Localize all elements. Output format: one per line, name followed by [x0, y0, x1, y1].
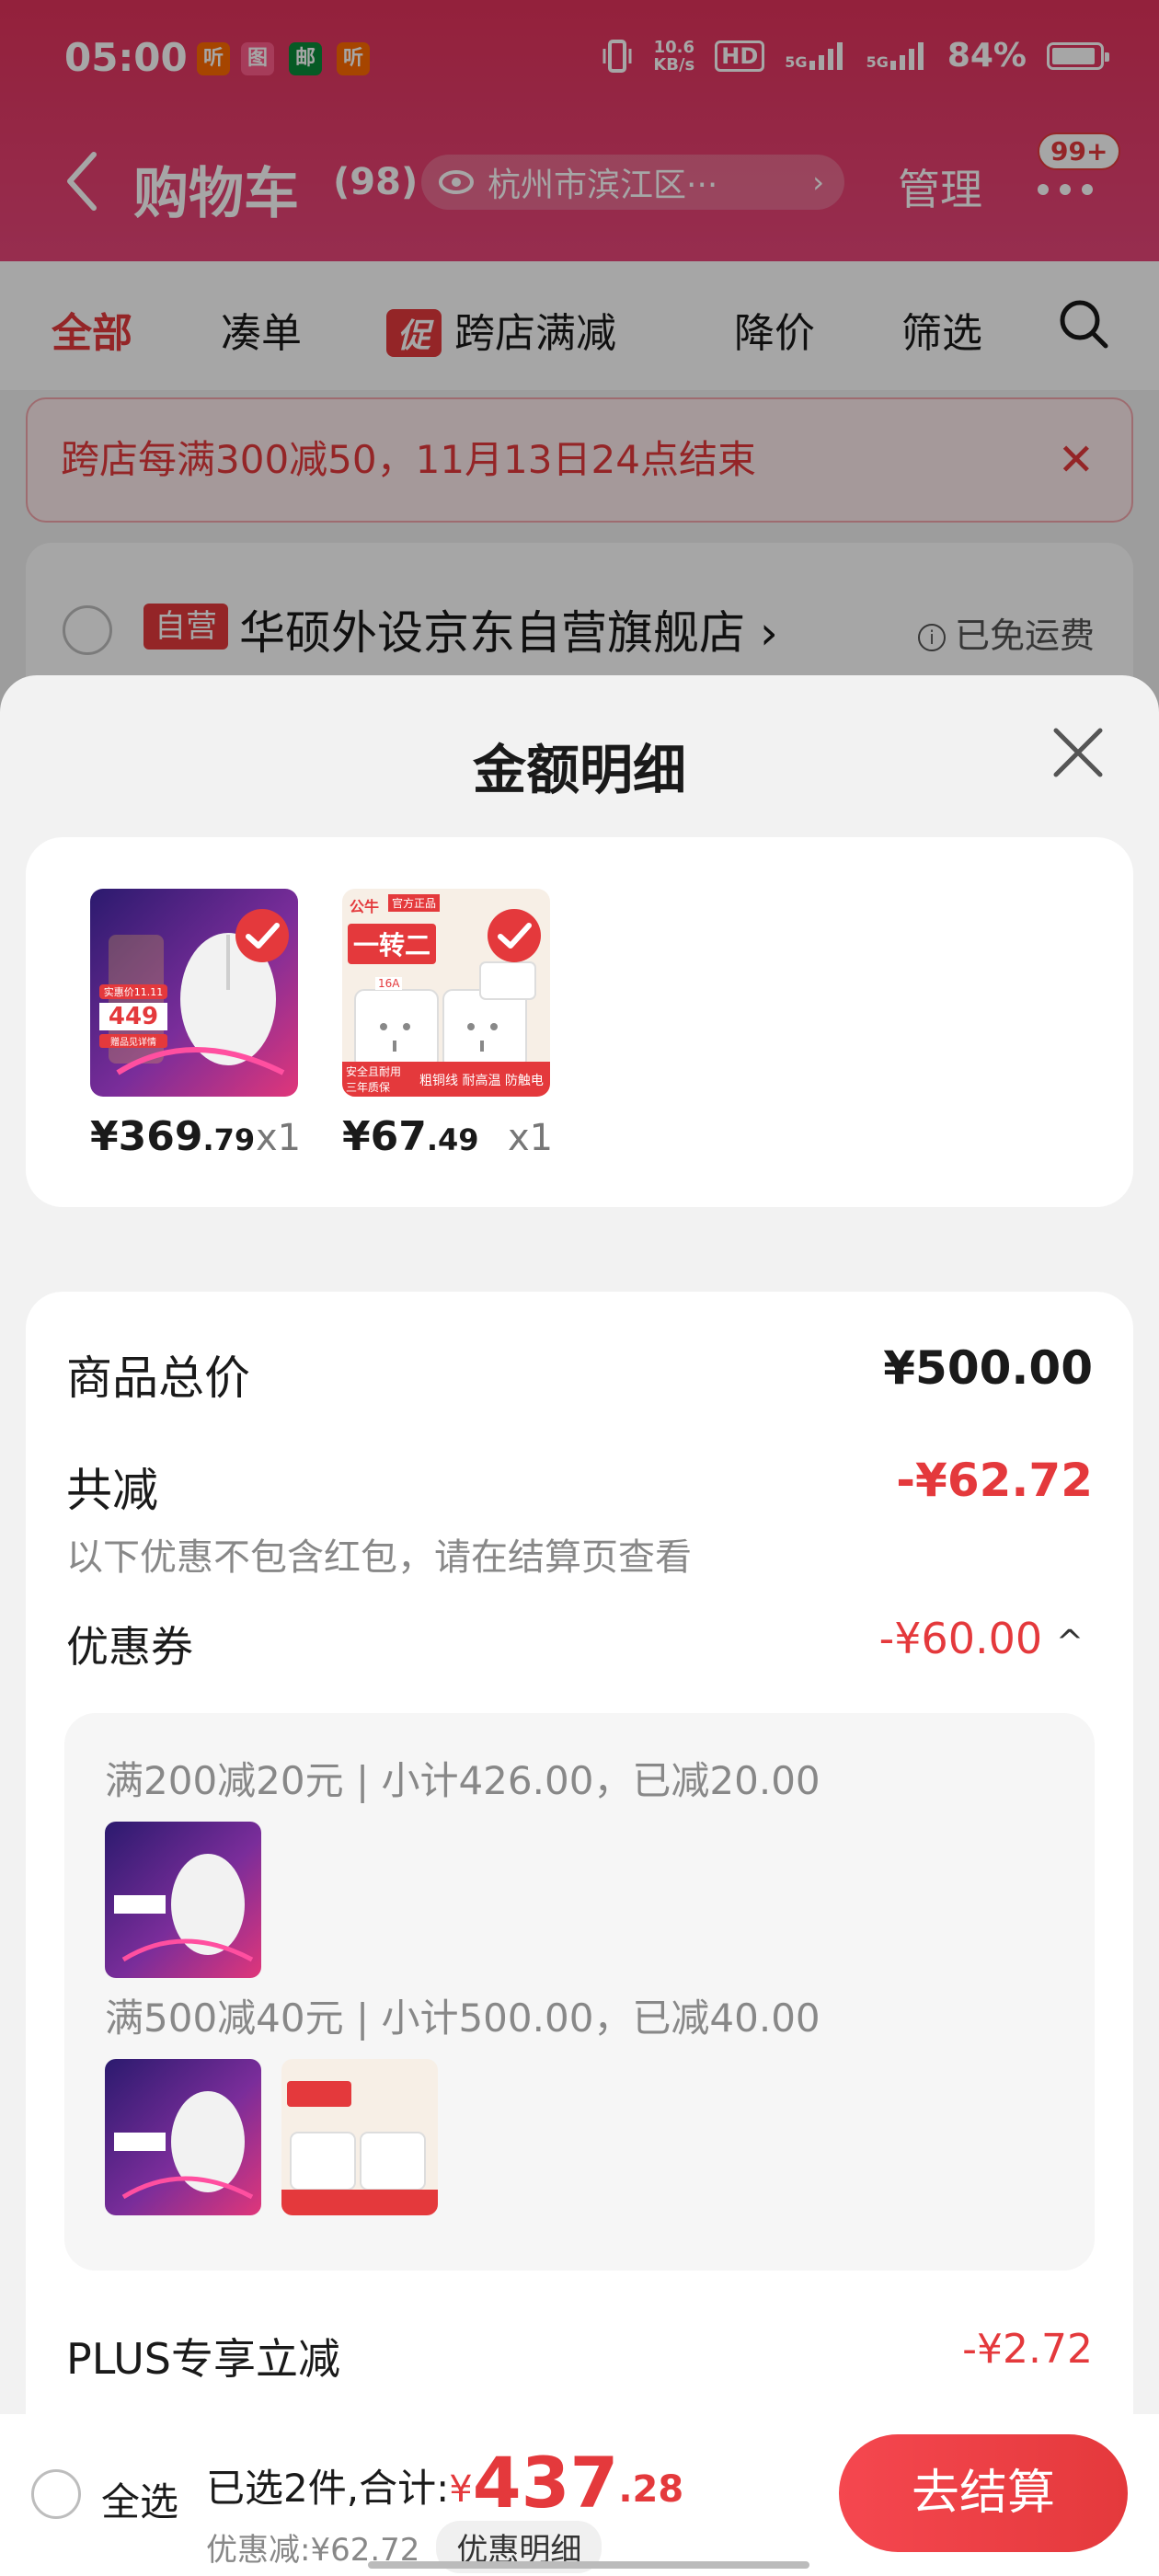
bull-socket-image[interactable]: 公牛 官方正品 一转二 16A 安全且耐用 三年质保 粗铜线 耐高温 防触电 [342, 889, 550, 1097]
rog-mouse-thumb [105, 1822, 261, 1978]
select-all-label[interactable]: 全选 [101, 2471, 178, 2527]
mouse-promo-label: 实惠价11.11 [99, 984, 167, 999]
chevron-up-icon: ^ [1055, 1624, 1084, 1662]
total-currency: ¥ [449, 2468, 473, 2511]
reduction-value: -¥62.72 [896, 1454, 1093, 1507]
home-indicator[interactable] [368, 2561, 809, 2569]
bull-socket-thumb [281, 2059, 438, 2215]
product-price: ¥67.49 [342, 1113, 479, 1160]
sheet-title: 金额明细 [472, 739, 686, 801]
check-icon [246, 923, 280, 949]
rog-mouse-image[interactable]: 实惠价11.11 449 赠品见详情 [90, 889, 298, 1097]
product-qty: x1 [508, 1117, 554, 1159]
price-detail-sheet: 金额明细 实惠价11.11 449 赠品见详情 公牛 官方正品 一转二 16A … [0, 675, 1159, 2414]
plus-discount-value: -¥2.72 [962, 2326, 1093, 2373]
socket-footer: 安全且耐用 三年质保 粗铜线 耐高温 防触电 [342, 1062, 550, 1097]
mouse-promo-gift: 赠品见详情 [99, 1034, 167, 1048]
mouse-promo-price: 449 [99, 1003, 167, 1030]
selected-products-card: 实惠价11.11 449 赠品见详情 公牛 官方正品 一转二 16A 安全且耐用… [26, 837, 1133, 1207]
plus-discount-label: PLUS专享立减 [66, 2334, 340, 2384]
coupon-value: -¥60.00 [878, 1614, 1043, 1663]
price-breakdown-card: 商品总价 ¥500.00 共减 -¥62.72 以下优惠不包含红包，请在结算页查… [26, 1292, 1133, 2414]
socket-thumb-art [281, 2081, 438, 2215]
reduction-label: 共减 [66, 1464, 158, 1517]
checkout-button[interactable]: 去结算 [839, 2434, 1128, 2552]
mouse-thumb-art [114, 1854, 254, 1962]
total-price-value: ¥500.00 [883, 1341, 1093, 1395]
checked-badge [488, 909, 541, 962]
socket-amp-label: 16A [375, 977, 403, 990]
checkout-bar: 全选 已选2件,合计:¥437.28 优惠减:¥62.72 优惠明细 去结算 [0, 2414, 1159, 2576]
selected-summary: 已选2件,合计:¥437.28 [206, 2442, 683, 2524]
product-qty: x1 [256, 1117, 302, 1159]
total-amount: 437 [472, 2442, 619, 2524]
socket-footer-1: 安全且耐用 [346, 1065, 402, 1078]
socket-footer-3: 粗铜线 耐高温 防触电 [419, 1074, 544, 1088]
total-price-label: 商品总价 [66, 1351, 250, 1405]
coupon-rule: 满200减20元 | 小计426.00，已减20.00 [105, 1758, 820, 1803]
socket-footer-2: 三年质保 [346, 1081, 391, 1094]
mouse-thumb-art [114, 2091, 254, 2200]
coupon-detail-box: 满200减20元 | 小计426.00，已减20.00 满500减40元 | 小… [64, 1713, 1095, 2271]
check-icon [498, 923, 532, 949]
selected-prefix: 已选2件,合计: [206, 2466, 450, 2511]
coupon-toggle[interactable]: -¥60.00 ^ [879, 1614, 1084, 1663]
product-price: ¥369.79 [90, 1113, 256, 1160]
reduction-note: 以下优惠不包含红包，请在结算页查看 [66, 1536, 692, 1579]
select-all-radio[interactable] [31, 2469, 81, 2519]
close-icon[interactable] [1049, 723, 1107, 782]
total-decimal: .28 [618, 2468, 684, 2511]
coupon-rule: 满500减40元 | 小计500.00，已减40.00 [105, 1995, 820, 2041]
rog-mouse-thumb [105, 2059, 261, 2215]
coupon-label: 优惠券 [66, 1622, 193, 1672]
checked-badge [235, 909, 289, 962]
